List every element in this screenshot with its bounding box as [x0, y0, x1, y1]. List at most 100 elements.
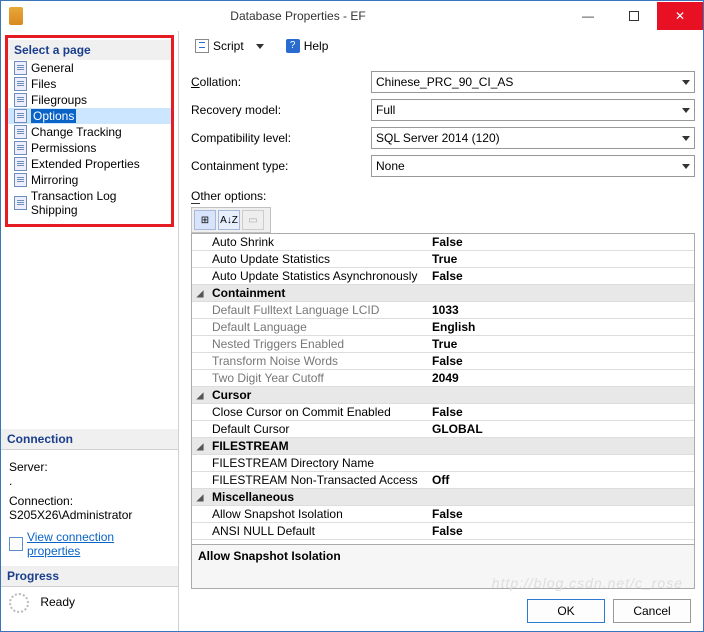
- main-panel: Script ? Help CCollation:ollation: Chine…: [179, 31, 703, 631]
- description-panel: Allow Snapshot Isolation: [192, 544, 694, 588]
- sidebar-item-extended-properties[interactable]: Extended Properties: [8, 156, 171, 172]
- page-icon: [14, 125, 27, 139]
- script-dropdown-icon[interactable]: [256, 44, 264, 49]
- property-row[interactable]: Default Fulltext Language LCID1033: [192, 302, 694, 319]
- property-row[interactable]: Close Cursor on Commit EnabledFalse: [192, 404, 694, 421]
- property-grid-body[interactable]: Auto ShrinkFalseAuto Update StatisticsTr…: [192, 234, 694, 544]
- property-value[interactable]: True: [426, 252, 694, 266]
- collation-combo[interactable]: Chinese_PRC_90_CI_AS: [371, 71, 695, 93]
- property-name: Default Fulltext Language LCID: [208, 303, 426, 317]
- property-row[interactable]: Transform Noise WordsFalse: [192, 353, 694, 370]
- help-button[interactable]: ? Help: [282, 37, 333, 55]
- sidebar-item-permissions[interactable]: Permissions: [8, 140, 171, 156]
- sidebar-item-options[interactable]: Options: [8, 108, 171, 124]
- page-icon: [14, 196, 27, 210]
- sidebar-item-label: General: [31, 61, 74, 75]
- sidebar-item-mirroring[interactable]: Mirroring: [8, 172, 171, 188]
- containment-value: None: [376, 159, 405, 173]
- close-button[interactable]: ✕: [657, 2, 703, 30]
- sidebar-item-label: Change Tracking: [31, 125, 122, 139]
- property-value[interactable]: False: [426, 235, 694, 249]
- sidebar-item-label: Transaction Log Shipping: [31, 189, 165, 217]
- collapse-icon[interactable]: ◢: [192, 490, 208, 504]
- property-row[interactable]: Nested Triggers EnabledTrue: [192, 336, 694, 353]
- connection-header: Connection: [1, 429, 178, 449]
- collapse-icon[interactable]: ◢: [192, 439, 208, 453]
- property-grid: Auto ShrinkFalseAuto Update StatisticsTr…: [191, 233, 695, 589]
- property-category[interactable]: ◢Containment: [192, 285, 694, 302]
- sidebar-item-general[interactable]: General: [8, 60, 171, 76]
- ok-button[interactable]: OK: [527, 599, 605, 623]
- dialog-toolbar: Script ? Help: [191, 37, 695, 61]
- cancel-button[interactable]: Cancel: [613, 599, 691, 623]
- script-label: Script: [213, 39, 244, 53]
- property-value[interactable]: False: [426, 405, 694, 419]
- chevron-down-icon: [682, 108, 690, 113]
- property-row[interactable]: FILESTREAM Non-Transacted AccessOff: [192, 472, 694, 489]
- property-row[interactable]: Allow Snapshot IsolationFalse: [192, 506, 694, 523]
- property-value[interactable]: True: [426, 337, 694, 351]
- progress-status: Ready: [40, 595, 75, 609]
- property-category[interactable]: ◢FILESTREAM: [192, 438, 694, 455]
- page-icon: [14, 157, 27, 171]
- property-value[interactable]: Off: [426, 473, 694, 487]
- other-options-label: Other options:: [191, 189, 695, 203]
- collation-label: CCollation:ollation:: [191, 75, 371, 89]
- page-icon: [14, 173, 27, 187]
- compat-level-value: SQL Server 2014 (120): [376, 131, 500, 145]
- property-category[interactable]: ◢Cursor: [192, 387, 694, 404]
- minimize-button[interactable]: —: [565, 2, 611, 30]
- property-value[interactable]: False: [426, 269, 694, 283]
- sidebar-item-files[interactable]: Files: [8, 76, 171, 92]
- maximize-button[interactable]: [611, 2, 657, 30]
- script-button[interactable]: Script: [191, 37, 248, 55]
- property-row[interactable]: Default LanguageEnglish: [192, 319, 694, 336]
- containment-combo[interactable]: None: [371, 155, 695, 177]
- chevron-down-icon: [682, 80, 690, 85]
- help-label: Help: [304, 39, 329, 53]
- page-icon: [14, 61, 27, 75]
- recovery-model-value: Full: [376, 103, 395, 117]
- sidebar-item-filegroups[interactable]: Filegroups: [8, 92, 171, 108]
- sidebar-item-change-tracking[interactable]: Change Tracking: [8, 124, 171, 140]
- containment-label: Containment type:: [191, 159, 371, 173]
- sidebar-item-label: Extended Properties: [31, 157, 140, 171]
- recovery-model-combo[interactable]: Full: [371, 99, 695, 121]
- property-name: Allow Snapshot Isolation: [208, 507, 426, 521]
- property-name: Default Language: [208, 320, 426, 334]
- dialog-window: Database Properties - EF — ✕ Select a pa…: [0, 0, 704, 632]
- property-row[interactable]: Auto Update Statistics AsynchronouslyFal…: [192, 268, 694, 285]
- description-title: Allow Snapshot Isolation: [198, 549, 688, 563]
- chevron-down-icon: [682, 136, 690, 141]
- property-row[interactable]: Default CursorGLOBAL: [192, 421, 694, 438]
- help-icon: ?: [286, 39, 300, 53]
- sidebar-item-label: Filegroups: [31, 93, 87, 107]
- property-row[interactable]: Auto ShrinkFalse: [192, 234, 694, 251]
- property-value[interactable]: False: [426, 354, 694, 368]
- compat-level-combo[interactable]: SQL Server 2014 (120): [371, 127, 695, 149]
- property-row[interactable]: Two Digit Year Cutoff2049: [192, 370, 694, 387]
- page-icon: [14, 93, 27, 107]
- property-value[interactable]: 2049: [426, 371, 694, 385]
- alphabetical-button[interactable]: A↓Z: [218, 210, 240, 230]
- property-value[interactable]: 1033: [426, 303, 694, 317]
- property-name: ANSI NULL Default: [208, 524, 426, 538]
- page-icon: [14, 77, 27, 91]
- property-row[interactable]: Auto Update StatisticsTrue: [192, 251, 694, 268]
- collapse-icon[interactable]: ◢: [192, 388, 208, 402]
- sidebar: Select a page GeneralFilesFilegroupsOpti…: [1, 31, 179, 631]
- propertygrid-toolbar: ⊞ A↓Z ▭: [191, 207, 271, 233]
- property-category[interactable]: ◢Miscellaneous: [192, 489, 694, 506]
- database-icon: [9, 7, 23, 25]
- property-row[interactable]: FILESTREAM Directory Name: [192, 455, 694, 472]
- property-value[interactable]: False: [426, 524, 694, 538]
- categorized-button[interactable]: ⊞: [194, 210, 216, 230]
- property-value[interactable]: False: [426, 507, 694, 521]
- sidebar-item-transaction-log-shipping[interactable]: Transaction Log Shipping: [8, 188, 171, 218]
- page-icon: [14, 141, 27, 155]
- view-connection-properties-link[interactable]: View connection properties: [27, 530, 170, 558]
- collapse-icon[interactable]: ◢: [192, 286, 208, 300]
- property-row[interactable]: ANSI NULL DefaultFalse: [192, 523, 694, 540]
- property-value[interactable]: English: [426, 320, 694, 334]
- property-value[interactable]: GLOBAL: [426, 422, 694, 436]
